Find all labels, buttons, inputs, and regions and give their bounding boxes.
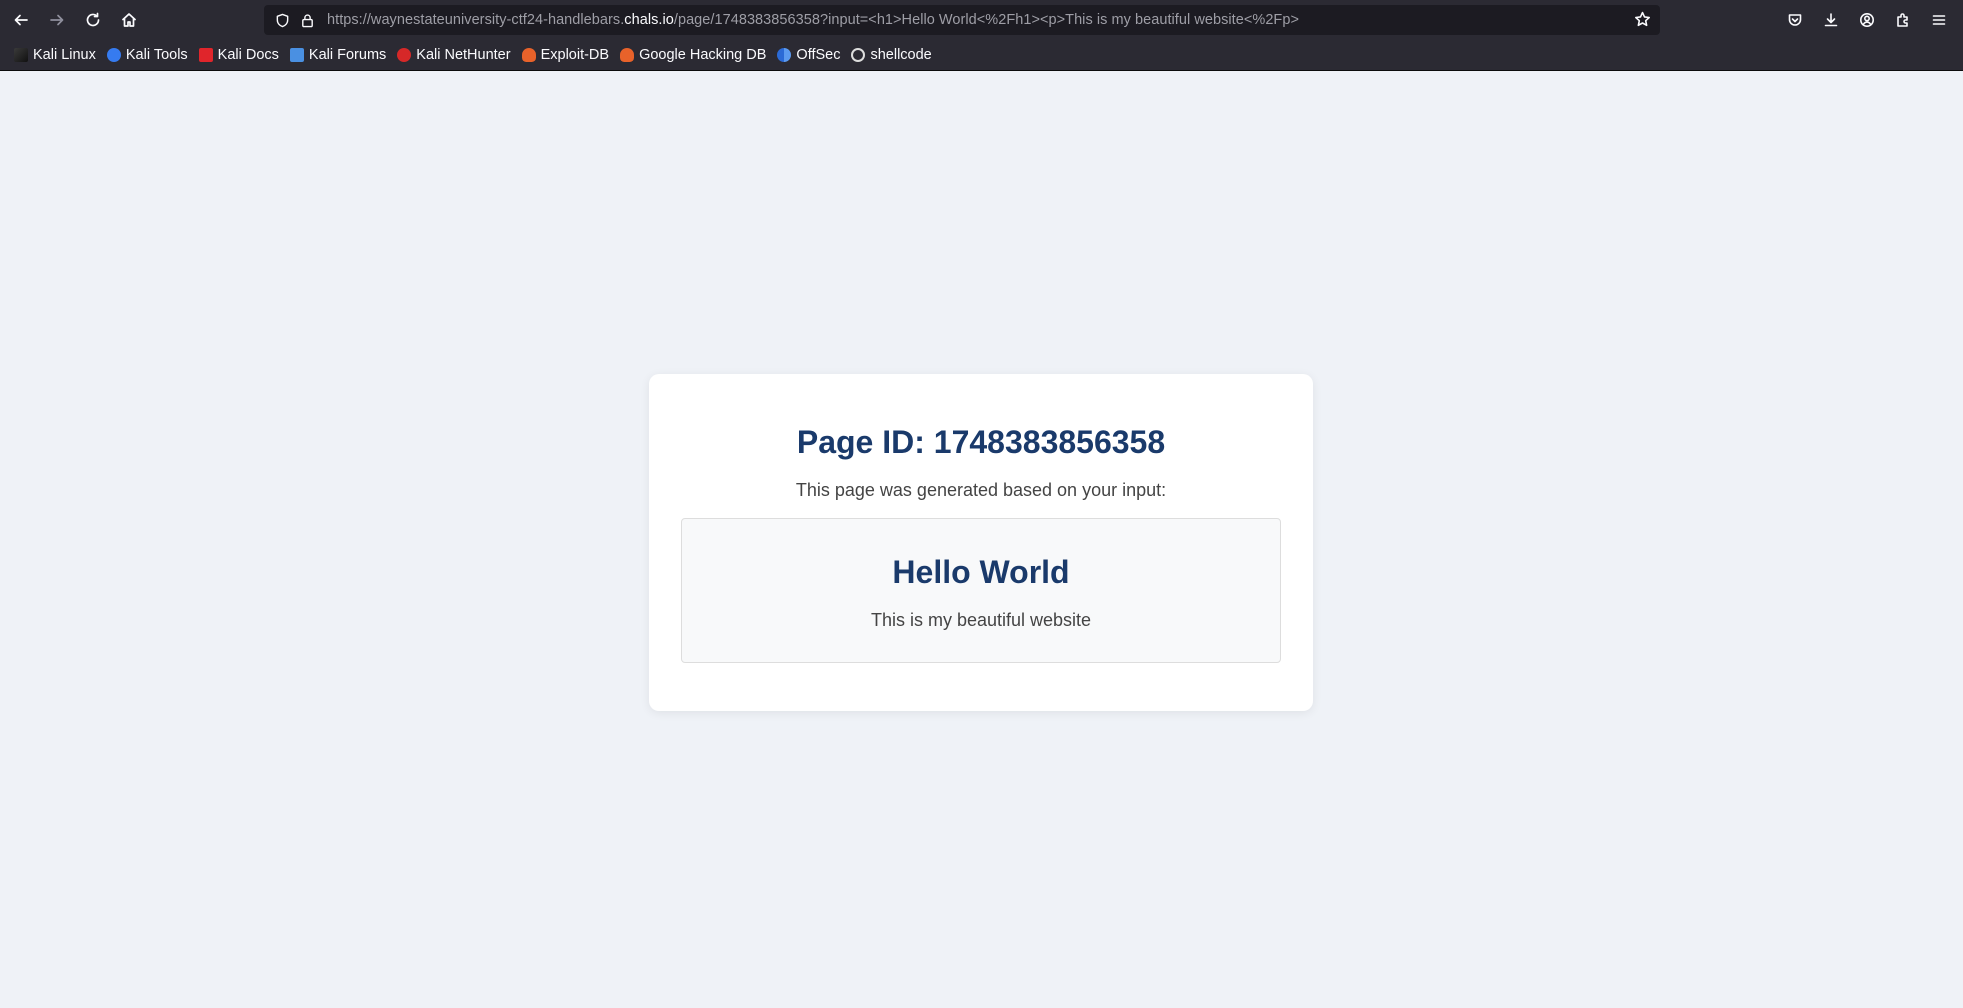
- bookmark-kali-forums[interactable]: Kali Forums: [286, 44, 390, 66]
- bookmark-label: Kali Docs: [217, 47, 279, 63]
- bookmark-label: shellcode: [870, 47, 932, 63]
- lock-icon[interactable]: [299, 12, 315, 28]
- bookmark-kali-tools[interactable]: Kali Tools: [103, 44, 192, 66]
- bookmark-label: Exploit-DB: [540, 47, 610, 63]
- nethunter-icon: [397, 48, 412, 62]
- content-heading: Hello World: [892, 554, 1070, 590]
- address-bar[interactable]: https://waynestateuniversity-ctf24-handl…: [264, 5, 1660, 35]
- browser-toolbar: https://waynestateuniversity-ctf24-handl…: [0, 0, 1963, 40]
- bookmark-label: Kali Linux: [33, 47, 96, 63]
- bookmark-shellcode[interactable]: shellcode: [847, 44, 935, 66]
- bookmark-label: Kali Forums: [308, 47, 387, 63]
- back-button[interactable]: [7, 6, 35, 34]
- forward-button[interactable]: [43, 6, 71, 34]
- bookmark-label: Kali Tools: [125, 47, 188, 63]
- url-text[interactable]: https://waynestateuniversity-ctf24-handl…: [327, 12, 1299, 28]
- page-viewport: Page ID: 1748383856358 This page was gen…: [0, 72, 1963, 1008]
- url-prefix: https://waynestateuniversity-ctf24-handl…: [327, 12, 625, 28]
- bookmark-exploit-db[interactable]: Exploit-DB: [518, 44, 614, 66]
- ghdb-icon: [620, 48, 635, 62]
- reload-button[interactable]: [79, 6, 107, 34]
- kali-docs-icon: [198, 48, 213, 62]
- pocket-icon[interactable]: [1783, 8, 1807, 32]
- home-icon: [122, 13, 136, 27]
- bookmark-kali-nethunter[interactable]: Kali NetHunter: [393, 44, 514, 66]
- bookmark-offsec[interactable]: OffSec: [773, 44, 844, 66]
- bookmark-star-icon[interactable]: [1634, 11, 1652, 29]
- bookmark-label: OffSec: [796, 47, 841, 63]
- reload-icon: [86, 12, 100, 27]
- exploit-db-icon: [521, 48, 536, 62]
- page-card: Page ID: 1748383856358 This page was gen…: [649, 374, 1313, 711]
- offsec-icon: [777, 48, 792, 62]
- back-arrow-icon: [14, 14, 28, 26]
- kali-dragon-icon: [14, 48, 28, 62]
- extensions-icon[interactable]: [1891, 8, 1915, 32]
- bookmark-kali-docs[interactable]: Kali Docs: [195, 44, 283, 66]
- bookmark-google-hacking-db[interactable]: Google Hacking DB: [616, 44, 770, 66]
- generated-content-box: Hello World This is my beautiful website: [681, 518, 1281, 663]
- page-subtitle: This page was generated based on your in…: [795, 480, 1167, 500]
- page-title: Page ID: 1748383856358: [796, 424, 1166, 460]
- home-button[interactable]: [115, 6, 143, 34]
- bookmark-label: Google Hacking DB: [639, 47, 767, 63]
- kali-tools-icon: [106, 48, 121, 62]
- shellcode-icon: [851, 48, 866, 62]
- bookmark-label: Kali NetHunter: [416, 47, 511, 63]
- account-icon[interactable]: [1855, 8, 1879, 32]
- bookmark-kali-linux[interactable]: Kali Linux: [10, 44, 100, 66]
- menu-icon[interactable]: [1927, 8, 1951, 32]
- kali-forums-icon: [289, 48, 304, 62]
- bookmarks-toolbar: Kali Linux Kali Tools Kali Docs Kali For…: [0, 40, 1963, 71]
- content-paragraph: This is my beautiful website: [870, 610, 1092, 630]
- forward-arrow-icon: [50, 14, 64, 26]
- downloads-icon[interactable]: [1819, 8, 1843, 32]
- url-suffix: /page/1748383856358?input=<h1>Hello Worl…: [673, 12, 1299, 28]
- tracking-protection-shield-icon[interactable]: [274, 12, 290, 28]
- url-host: chals.io: [624, 12, 674, 28]
